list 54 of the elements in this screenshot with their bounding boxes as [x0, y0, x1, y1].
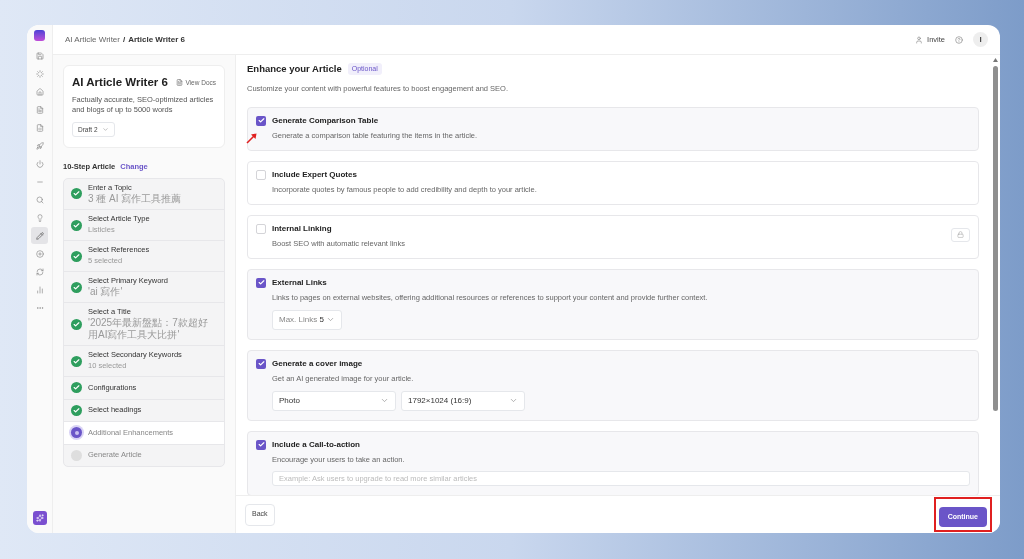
checkbox[interactable]: [256, 277, 266, 288]
chevron-down-icon: [326, 315, 335, 324]
feature-title: Include a Call-to-action: [272, 439, 361, 450]
tool-title: AI Article Writer 6: [72, 75, 168, 90]
feature-title: Internal Linking: [272, 223, 333, 234]
help-icon[interactable]: [955, 35, 963, 44]
chevron-down-icon: [509, 396, 518, 405]
logo-icon: [34, 30, 45, 41]
breadcrumb-link[interactable]: AI Article Writer: [65, 33, 120, 46]
sparkle-icon: [35, 514, 44, 522]
document-icon: [35, 105, 44, 114]
checkbox[interactable]: [256, 223, 266, 234]
checkbox[interactable]: [256, 439, 266, 450]
feature-title: External Links: [272, 277, 328, 288]
checkbox[interactable]: [256, 358, 266, 369]
pencil-button[interactable]: [31, 227, 48, 244]
dropdown-value: Max. Links 5: [279, 313, 324, 326]
chart-icon: [35, 285, 44, 294]
refresh-icon: [35, 267, 44, 276]
dropdown-value: Photo: [279, 394, 300, 407]
pencil-icon: [35, 231, 44, 240]
step-subtitle: 3 種 AI 寫作工具推薦: [88, 192, 182, 205]
checkbox[interactable]: [256, 115, 266, 126]
dropdown[interactable]: Photo: [272, 390, 396, 411]
checkbox[interactable]: [256, 169, 266, 180]
dropdown[interactable]: Max. Links 5: [272, 309, 342, 330]
chevron-down-icon: [380, 396, 389, 405]
save-icon: [35, 51, 44, 60]
avatar[interactable]: I: [973, 32, 988, 47]
lock-icon: [957, 231, 964, 238]
dropdown-value: 1792×1024 (16:9): [408, 394, 472, 407]
feature-title: Generate Comparison Table: [272, 115, 380, 126]
dropdown[interactable]: 1792×1024 (16:9): [401, 390, 525, 411]
lightbulb-icon: [35, 213, 44, 222]
user-icon: [915, 35, 924, 44]
breadcrumb-separator: /: [123, 33, 126, 46]
step-subtitle: 'ai 寫作': [88, 286, 124, 298]
scroll-up-icon[interactable]: [992, 58, 998, 62]
breadcrumb-current: Article Writer 6: [128, 33, 185, 46]
power-icon: [35, 159, 44, 168]
document-icon: [176, 79, 184, 87]
plus-circle-icon: [35, 249, 44, 258]
feature-title: Generate a cover image: [272, 358, 364, 369]
home-icon: [35, 87, 44, 96]
chevron-down-icon: [101, 126, 109, 134]
sparkle-button[interactable]: [32, 511, 47, 525]
step-subtitle: '2025年最新盤點：7款超好用AI寫作工具大比拼': [88, 317, 209, 341]
section-title: Enhance your Article: [247, 62, 342, 76]
code-file-icon: [35, 123, 44, 132]
feature-title: Include Expert Quotes: [272, 169, 358, 180]
rocket-icon: [35, 141, 44, 150]
search-icon: [35, 195, 44, 204]
loader-icon: [35, 69, 44, 78]
lock-button[interactable]: [951, 227, 970, 242]
